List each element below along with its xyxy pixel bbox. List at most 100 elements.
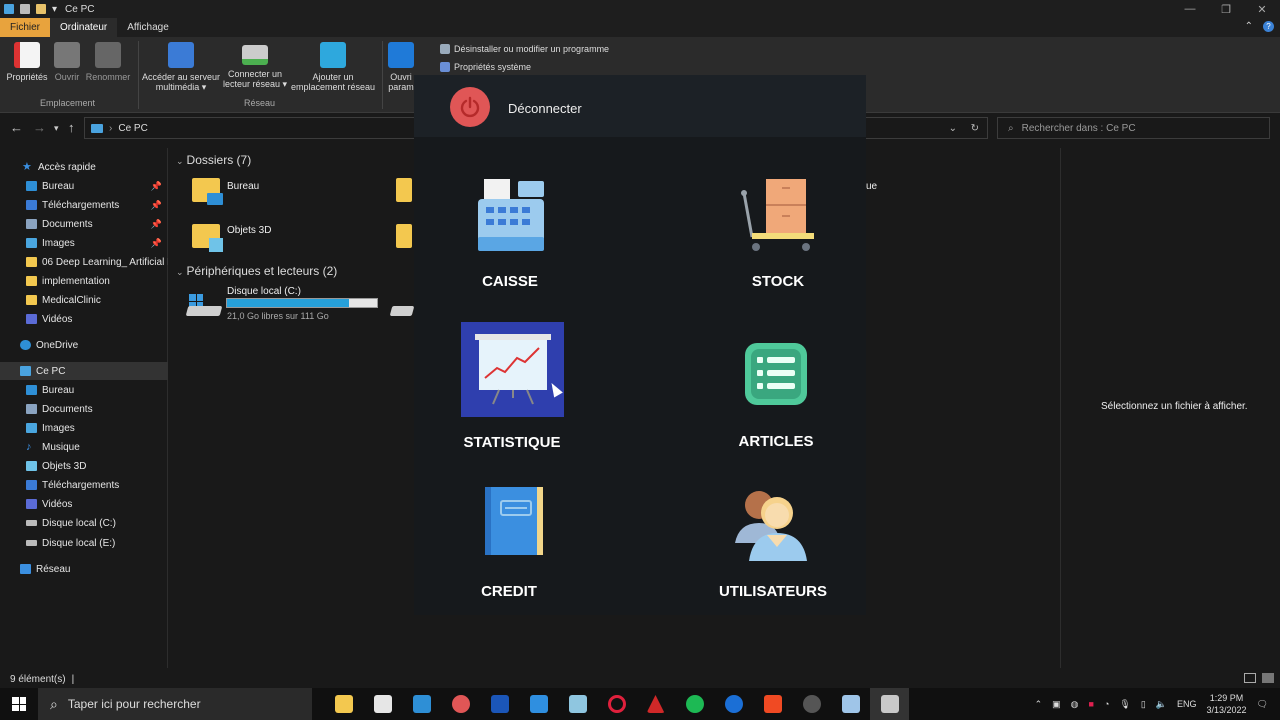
devices-section-header[interactable]: ⌄ Périphériques et lecteurs (2) <box>176 264 337 278</box>
tile-caisse[interactable]: CAISSE <box>460 175 560 295</box>
nav-pc-musique[interactable]: ♪ Musique <box>0 438 168 456</box>
tiles-view-icon[interactable] <box>1262 673 1274 683</box>
uninstall-program-command[interactable]: Désinstaller ou modifier un programme <box>440 44 609 54</box>
maximize-button[interactable]: ❐ <box>1208 0 1244 18</box>
up-arrow-icon[interactable]: ↑ <box>68 120 75 135</box>
opera-app[interactable] <box>597 688 636 720</box>
objects-3d-folder-icon[interactable] <box>192 224 223 252</box>
nav-pc-telechargements[interactable]: Téléchargements <box>0 476 168 494</box>
forward-arrow-icon[interactable]: → <box>33 120 46 135</box>
tray-red-app-icon[interactable]: ■ <box>1089 699 1094 709</box>
folder-icon[interactable] <box>396 178 412 202</box>
tab-fichier[interactable]: Fichier <box>0 18 51 37</box>
taskbar-search[interactable]: ⌕ Taper ici pour rechercher <box>38 688 312 720</box>
logout-button[interactable] <box>450 87 490 127</box>
back-arrow-icon[interactable]: ← <box>10 120 23 135</box>
nav-quick-telechargements[interactable]: Téléchargements 📌 <box>0 196 168 214</box>
snipping-app[interactable] <box>441 688 480 720</box>
map-network-drive-button[interactable]: Connecter un lecteur réseau ▾ <box>222 42 288 89</box>
nav-quick-videos[interactable]: Vidéos <box>0 310 168 328</box>
nav-label: Téléchargements <box>42 479 120 491</box>
media-server-button[interactable]: Accéder au serveur multimédia ▾ <box>140 42 222 92</box>
system-properties-command[interactable]: Propriétés système <box>440 62 531 72</box>
drive-c-label[interactable]: Disque local (C:) <box>227 286 301 297</box>
nav-quick-access[interactable]: ★ Accès rapide <box>0 158 168 176</box>
customize-arrow-icon[interactable]: ▾ <box>52 4 57 15</box>
open-settings-button[interactable]: Ouvri param <box>386 42 416 92</box>
tray-network-icon[interactable]: ◔ <box>1104 699 1109 709</box>
tile-articles[interactable]: ARTICLES <box>726 337 826 457</box>
autodesk-app[interactable] <box>636 688 675 720</box>
nav-pc-disk-c[interactable]: Disque local (C:) <box>0 514 168 532</box>
nav-quick-documents[interactable]: Documents 📌 <box>0 215 168 233</box>
folder-bureau-label[interactable]: Bureau <box>227 181 259 192</box>
visual-paradigm-app[interactable] <box>480 688 519 720</box>
chrome-app[interactable] <box>792 688 831 720</box>
nav-pc-documents[interactable]: Documents <box>0 400 168 418</box>
tile-stock[interactable]: STOCK <box>728 175 828 295</box>
virtualbox-app[interactable] <box>831 688 870 720</box>
tab-ordinateur[interactable]: Ordinateur <box>50 18 118 37</box>
brave-app[interactable] <box>753 688 792 720</box>
tile-utilisateurs[interactable]: UTILISATEURS <box>713 485 833 605</box>
nav-onedrive[interactable]: OneDrive <box>0 336 168 354</box>
open-button[interactable]: Ouvrir <box>50 42 84 82</box>
tray-microphone-icon[interactable]: 🎙 <box>1119 699 1130 710</box>
folders-section-header[interactable]: ⌄ Dossiers (7) <box>176 153 251 167</box>
tray-steam-icon[interactable]: ◍ <box>1071 699 1079 710</box>
desktop-folder-icon[interactable] <box>192 178 223 205</box>
rename-button[interactable]: Renommer <box>84 42 132 82</box>
refresh-icon[interactable]: ↻ <box>971 123 979 134</box>
nav-quick-bureau[interactable]: Bureau 📌 <box>0 177 168 195</box>
start-button[interactable] <box>0 688 38 720</box>
nav-quick-images[interactable]: Images 📌 <box>0 234 168 252</box>
tray-app-icon[interactable]: ▣ <box>1052 699 1061 710</box>
tab-affichage[interactable]: Affichage <box>117 18 179 37</box>
breadcrumb[interactable]: Ce PC <box>118 123 147 134</box>
nav-pc-objets-3d[interactable]: Objets 3D <box>0 457 168 475</box>
nav-pc-disk-e[interactable]: Disque local (E:) <box>0 534 168 552</box>
clock[interactable]: 1:29 PM 3/13/2022 <box>1207 692 1247 716</box>
search-box[interactable]: ⌕ Rechercher dans : Ce PC <box>997 117 1270 139</box>
details-view-icon[interactable] <box>1244 673 1256 683</box>
logout-label[interactable]: Déconnecter <box>508 101 582 116</box>
vscode-app[interactable] <box>519 688 558 720</box>
store-app[interactable] <box>363 688 402 720</box>
nav-quick-medicalclinic[interactable]: MedicalClinic <box>0 291 168 309</box>
notification-icon[interactable]: 🗨 <box>1257 699 1268 710</box>
nav-quick-deep-learning[interactable]: 06 Deep Learning_ Artificial N <box>0 253 168 271</box>
folder-icon[interactable] <box>396 224 412 248</box>
close-button[interactable]: ✕ <box>1244 0 1280 18</box>
tray-battery-icon[interactable]: ▯ <box>1141 699 1146 710</box>
folder-objets-3d-label[interactable]: Objets 3D <box>227 225 271 236</box>
mail-app[interactable] <box>402 688 441 720</box>
add-network-location-button[interactable]: Ajouter un emplacement réseau <box>290 42 376 92</box>
nav-this-pc[interactable]: Ce PC <box>0 362 168 380</box>
language-indicator[interactable]: ENG <box>1177 699 1197 709</box>
tray-volume-icon[interactable]: 🔈 <box>1156 699 1167 710</box>
new-folder-icon[interactable] <box>36 4 46 14</box>
tile-credit[interactable]: CREDIT <box>459 485 559 605</box>
nav-network[interactable]: Réseau <box>0 560 168 578</box>
help-icon[interactable]: ? <box>1263 21 1274 32</box>
drive-e-icon[interactable] <box>389 306 415 316</box>
spotify-app[interactable] <box>675 688 714 720</box>
teamviewer-app[interactable] <box>714 688 753 720</box>
minimize-button[interactable]: — <box>1172 0 1208 18</box>
properties-button[interactable]: Propriétés <box>6 42 48 82</box>
java-app[interactable] <box>870 688 909 720</box>
nav-pc-videos[interactable]: Vidéos <box>0 495 168 513</box>
tile-statistique[interactable] <box>461 322 564 417</box>
recent-chevron-icon[interactable]: ▾ <box>54 123 59 134</box>
windows-drive-icon[interactable] <box>185 294 223 320</box>
nav-pc-bureau[interactable]: Bureau <box>0 381 168 399</box>
properties-icon[interactable] <box>20 4 30 14</box>
partial-folder-label[interactable]: ue <box>866 181 877 192</box>
nav-pc-images[interactable]: Images <box>0 419 168 437</box>
tray-chevron-icon[interactable]: ⌃ <box>1035 699 1043 710</box>
address-dropdown-icon[interactable]: ⌄ <box>949 123 957 134</box>
file-explorer-app[interactable] <box>324 688 363 720</box>
notepad-app[interactable] <box>558 688 597 720</box>
nav-quick-implementation[interactable]: implementation <box>0 272 168 290</box>
collapse-ribbon-icon[interactable]: ⌃ <box>1245 21 1253 32</box>
